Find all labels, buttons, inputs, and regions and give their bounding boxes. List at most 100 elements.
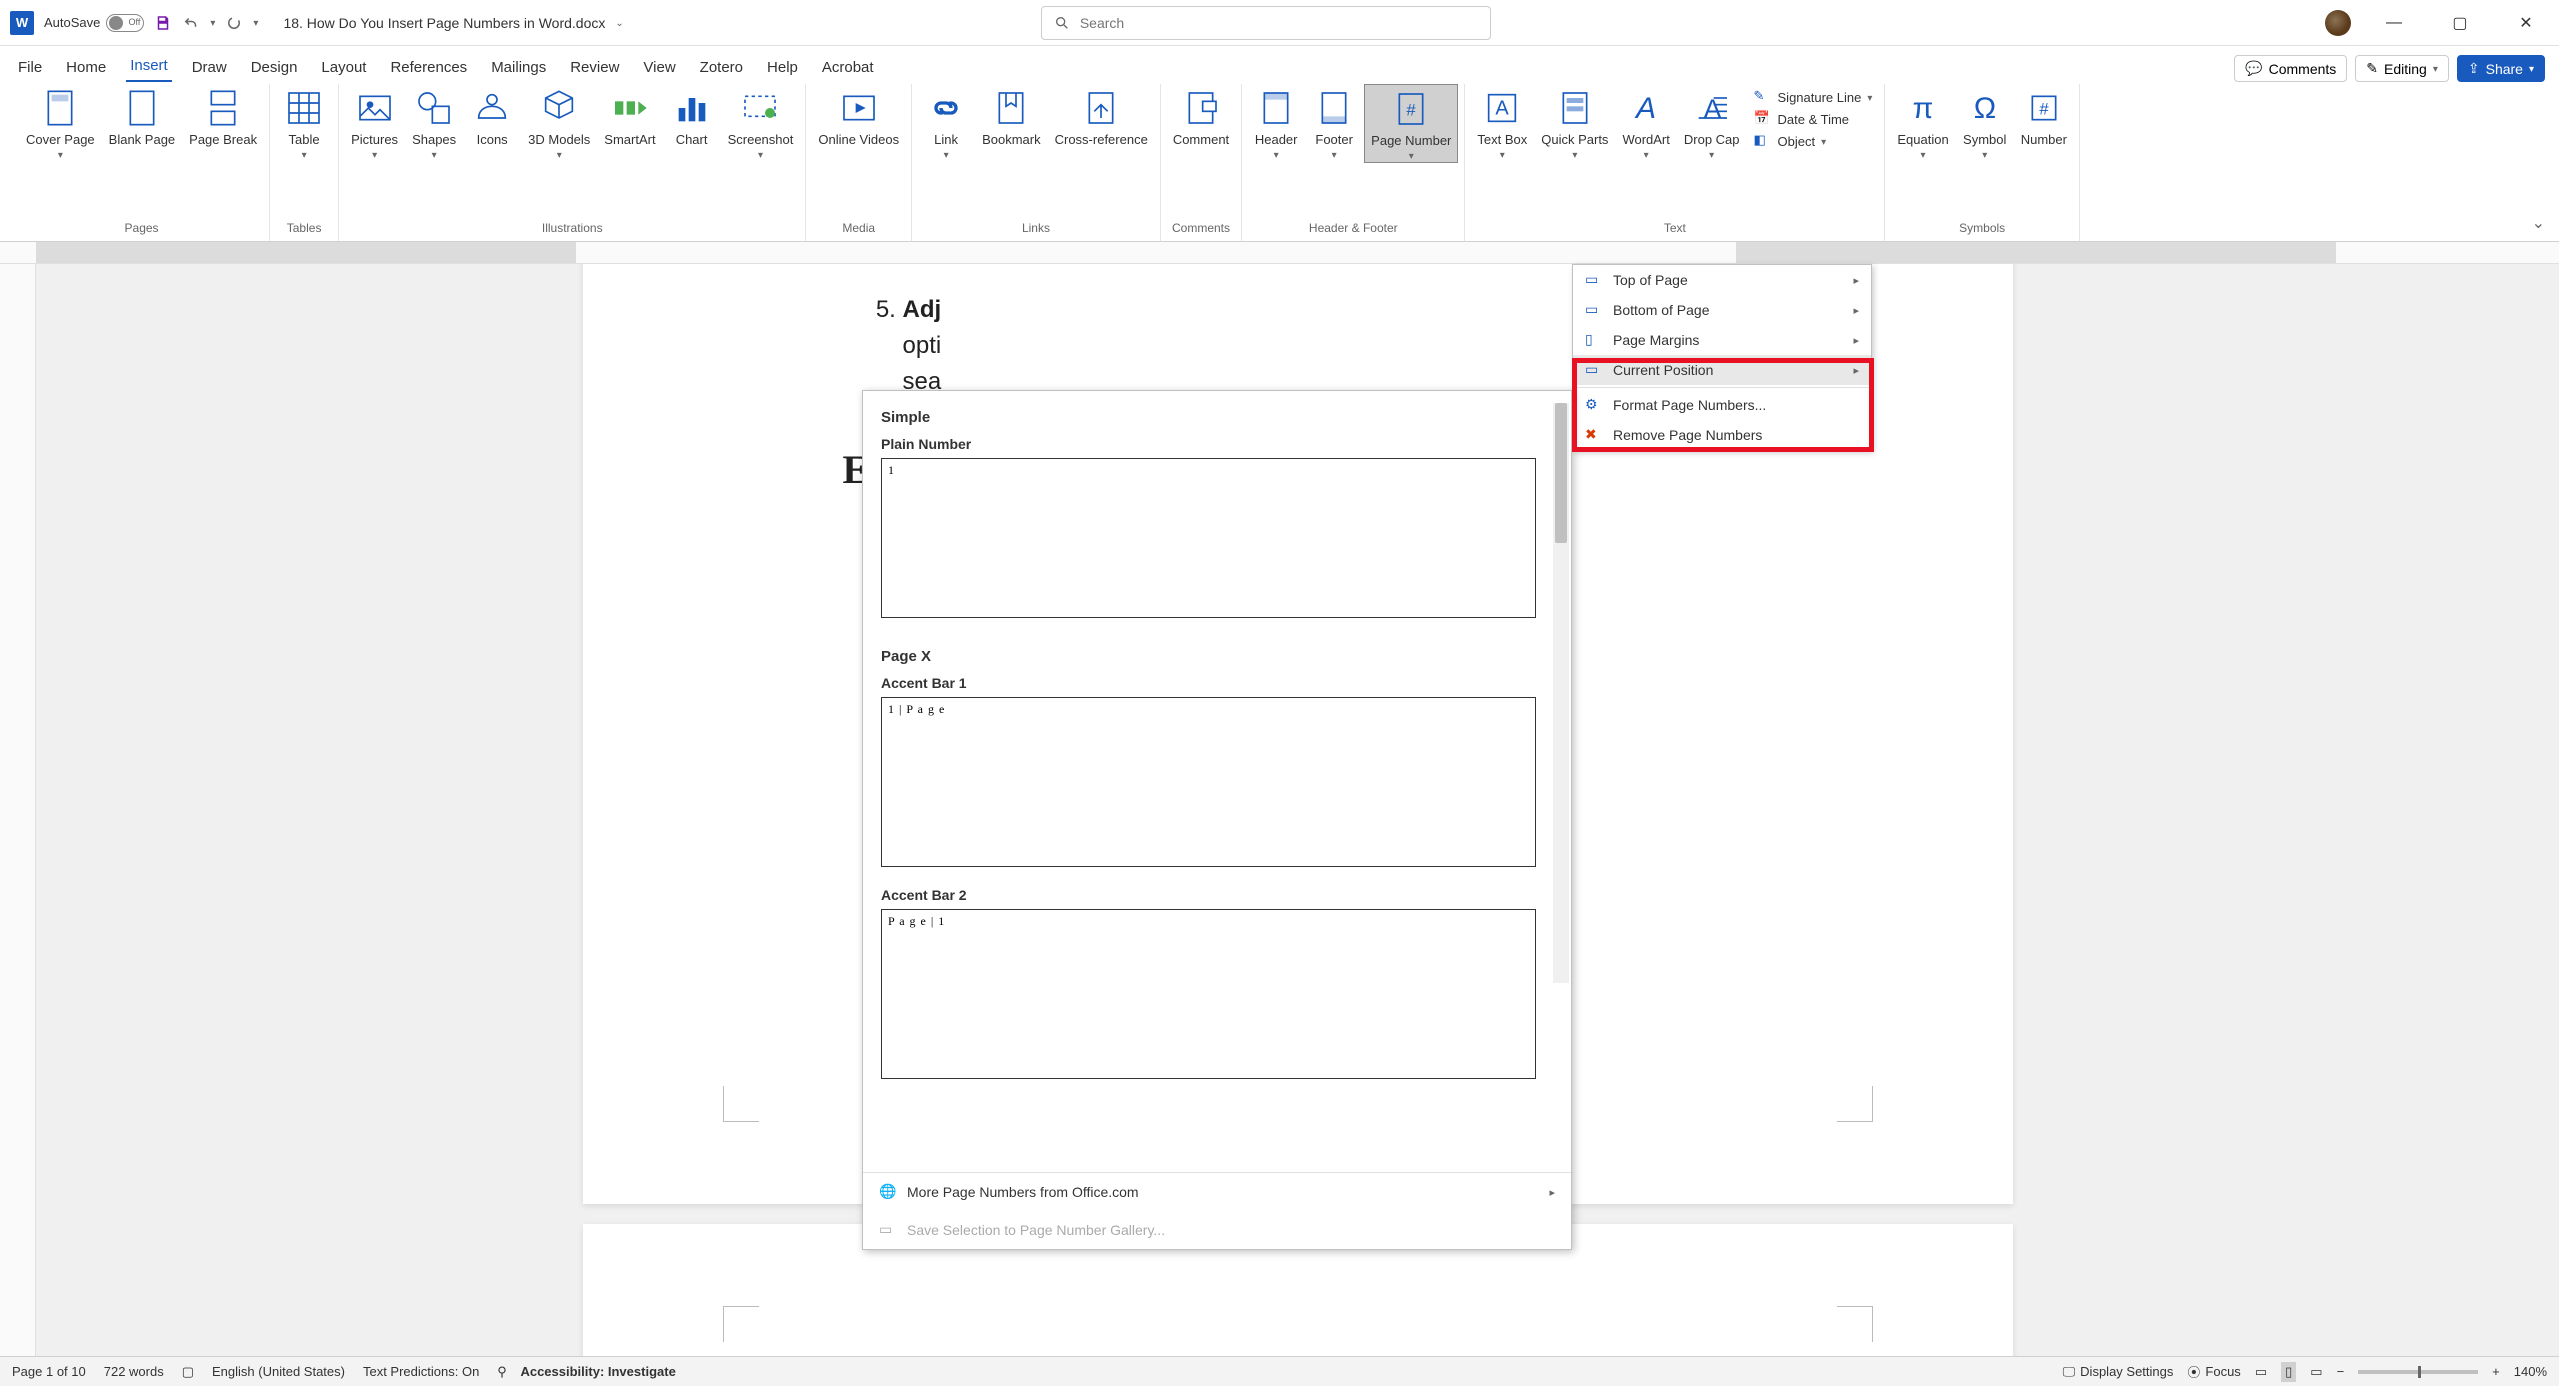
header-button[interactable]: Header▾ <box>1248 84 1304 161</box>
gallery-item-plain-number[interactable]: 1 <box>881 458 1536 618</box>
shapes-label: Shapes <box>412 132 456 148</box>
chevron-down-icon: ▾ <box>1409 151 1414 162</box>
text-box-button[interactable]: AText Box▾ <box>1471 84 1533 161</box>
redo-icon[interactable] <box>225 14 243 32</box>
save-icon[interactable] <box>154 14 172 32</box>
tab-mailings[interactable]: Mailings <box>487 53 550 82</box>
menu-remove-page-numbers[interactable]: ✖Remove Page Numbers <box>1573 420 1871 450</box>
editing-button[interactable]: ✎Editing▾ <box>2355 55 2449 82</box>
word-app-icon[interactable]: W <box>10 11 34 35</box>
zoom-out-button[interactable]: − <box>2337 1364 2345 1379</box>
wordart-icon: A <box>1626 88 1666 128</box>
signature-line-label: Signature Line <box>1778 90 1862 105</box>
symbol-button[interactable]: ΩSymbol▾ <box>1957 84 2013 161</box>
zoom-slider[interactable] <box>2358 1370 2478 1374</box>
page-break-button[interactable]: Page Break <box>183 84 263 148</box>
tab-insert[interactable]: Insert <box>126 51 172 82</box>
menu-page-margins[interactable]: ▯Page Margins▸ <box>1573 325 1871 355</box>
shapes-button[interactable]: Shapes▾ <box>406 84 462 161</box>
vertical-ruler[interactable] <box>0 264 36 1356</box>
share-icon: ⇪ <box>2468 60 2480 77</box>
tab-references[interactable]: References <box>386 53 471 82</box>
text-predictions-status[interactable]: Text Predictions: On <box>363 1364 479 1379</box>
smartart-button[interactable]: SmartArt <box>598 84 661 148</box>
autosave-toggle-group[interactable]: AutoSave Off <box>44 14 144 32</box>
print-layout-button[interactable]: ▯ <box>2281 1362 2296 1382</box>
spellcheck-icon[interactable]: ▢ <box>182 1364 194 1380</box>
ribbon-collapse-icon[interactable]: ⌄ <box>2532 213 2545 233</box>
language-status[interactable]: English (United States) <box>212 1364 345 1379</box>
menu-bottom-of-page[interactable]: ▭Bottom of Page▸ <box>1573 295 1871 325</box>
zoom-level[interactable]: 140% <box>2514 1364 2547 1379</box>
link-button[interactable]: Link▾ <box>918 84 974 161</box>
tab-draw[interactable]: Draw <box>188 53 231 82</box>
menu-top-of-page[interactable]: ▭Top of Page▸ <box>1573 265 1871 295</box>
tab-layout[interactable]: Layout <box>317 53 370 82</box>
search-box[interactable] <box>1041 6 1491 40</box>
comments-button[interactable]: 💬Comments <box>2234 55 2347 82</box>
bookmark-button[interactable]: Bookmark <box>976 84 1047 148</box>
gallery-scroll-area[interactable]: Simple Plain Number 1 Page X Accent Bar … <box>863 391 1571 1172</box>
display-settings-button[interactable]: 🖵Display Settings <box>2063 1364 2174 1380</box>
page-count[interactable]: Page 1 of 10 <box>12 1364 86 1379</box>
chart-button[interactable]: Chart <box>664 84 720 148</box>
close-button[interactable]: ✕ <box>2503 8 2549 38</box>
word-count[interactable]: 722 words <box>104 1364 164 1379</box>
minimize-button[interactable]: — <box>2371 8 2417 38</box>
search-input[interactable] <box>1080 15 1478 31</box>
horizontal-ruler[interactable] <box>0 242 2559 264</box>
share-button[interactable]: ⇪Share▾ <box>2457 55 2545 82</box>
gallery-item-accent2-label: Accent Bar 2 <box>881 887 1553 903</box>
pictures-button[interactable]: Pictures▾ <box>345 84 404 161</box>
symbol-label: Symbol <box>1963 132 2006 148</box>
accessibility-status[interactable]: ⚲ Accessibility: Investigate <box>497 1364 676 1380</box>
cover-page-button[interactable]: Cover Page▾ <box>20 84 101 161</box>
web-layout-button[interactable]: ▭ <box>2310 1364 2322 1380</box>
menu-current-position[interactable]: ▭Current Position▸ <box>1573 355 1871 385</box>
number-button[interactable]: #Number <box>2015 84 2073 148</box>
chevron-right-icon: ▸ <box>1853 334 1859 347</box>
undo-dropdown-icon[interactable]: ▾ <box>210 18 215 29</box>
wordart-button[interactable]: AWordArt▾ <box>1616 84 1675 161</box>
date-time-button[interactable]: 📅Date & Time <box>1754 110 1873 128</box>
more-page-numbers-button[interactable]: 🌐More Page Numbers from Office.com▸ <box>863 1173 1571 1211</box>
undo-icon[interactable] <box>182 14 200 32</box>
signature-line-button[interactable]: ✎Signature Line▾ <box>1754 88 1873 106</box>
maximize-button[interactable]: ▢ <box>2437 8 2483 38</box>
tab-acrobat[interactable]: Acrobat <box>818 53 878 82</box>
read-mode-button[interactable]: ▭ <box>2255 1364 2267 1380</box>
equation-button[interactable]: πEquation▾ <box>1891 84 1954 161</box>
user-avatar[interactable] <box>2325 10 2351 36</box>
cross-reference-button[interactable]: Cross-reference <box>1049 84 1154 148</box>
tab-design[interactable]: Design <box>247 53 302 82</box>
footer-button[interactable]: Footer▾ <box>1306 84 1362 161</box>
doc-title-dropdown-icon[interactable]: ⌄ <box>615 18 623 29</box>
screenshot-button[interactable]: Screenshot▾ <box>722 84 800 161</box>
gallery-scrollbar[interactable] <box>1553 403 1569 983</box>
online-videos-button[interactable]: Online Videos <box>812 84 905 148</box>
gallery-item-accent-bar-2[interactable]: P a g e | 1 <box>881 909 1536 1079</box>
page-number-button[interactable]: #Page Number▾ <box>1364 84 1458 163</box>
qat-customize-icon[interactable]: ▾ <box>253 18 258 29</box>
gallery-item-accent-bar-1[interactable]: 1 | P a g e <box>881 697 1536 867</box>
table-button[interactable]: Table▾ <box>276 84 332 161</box>
drop-cap-button[interactable]: ADrop Cap▾ <box>1678 84 1746 161</box>
tab-home[interactable]: Home <box>62 53 110 82</box>
tab-review[interactable]: Review <box>566 53 623 82</box>
blank-page-button[interactable]: Blank Page <box>103 84 182 148</box>
object-button[interactable]: ◧Object▾ <box>1754 132 1873 150</box>
icons-button[interactable]: Icons <box>464 84 520 148</box>
tab-help[interactable]: Help <box>763 53 802 82</box>
comment-button[interactable]: Comment <box>1167 84 1235 148</box>
3d-models-button[interactable]: 3D Models▾ <box>522 84 596 161</box>
autosave-toggle[interactable]: Off <box>106 14 144 32</box>
zoom-in-button[interactable]: + <box>2492 1364 2500 1379</box>
tab-file[interactable]: File <box>14 53 46 82</box>
quick-parts-button[interactable]: Quick Parts▾ <box>1535 84 1614 161</box>
menu-format-page-numbers[interactable]: ⚙Format Page Numbers... <box>1573 390 1871 420</box>
scrollbar-thumb[interactable] <box>1555 403 1567 543</box>
tab-zotero[interactable]: Zotero <box>696 53 747 82</box>
focus-button[interactable]: ⦿Focus <box>2187 1362 2240 1381</box>
tab-view[interactable]: View <box>639 53 679 82</box>
document-title[interactable]: 18. How Do You Insert Page Numbers in Wo… <box>283 15 605 31</box>
